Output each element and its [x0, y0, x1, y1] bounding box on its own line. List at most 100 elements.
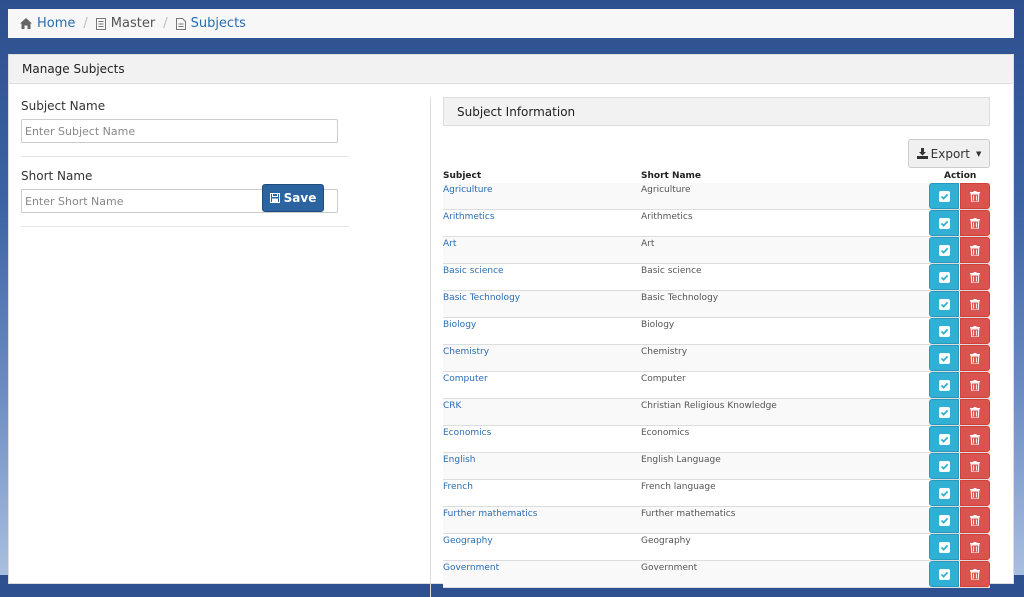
delete-button[interactable]	[960, 561, 990, 587]
edit-button[interactable]	[929, 210, 959, 236]
breadcrumb-home-link[interactable]: Home	[37, 16, 75, 31]
trash-icon	[970, 271, 980, 283]
subject-link[interactable]: Chemistry	[443, 347, 489, 357]
subject-link[interactable]: Agriculture	[443, 185, 493, 195]
delete-button[interactable]	[960, 399, 990, 425]
check-square-icon	[938, 352, 950, 364]
floppy-disk-icon	[269, 193, 280, 203]
edit-button[interactable]	[929, 372, 959, 398]
breadcrumb-separator: /	[163, 16, 168, 31]
table-row: Biology Biology	[443, 318, 990, 345]
check-square-icon	[938, 325, 950, 337]
trash-icon	[970, 298, 980, 310]
edit-button[interactable]	[929, 318, 959, 344]
delete-button[interactable]	[960, 210, 990, 236]
edit-button[interactable]	[929, 507, 959, 533]
short-name-cell: Basic science	[641, 266, 702, 276]
trash-icon	[970, 433, 980, 445]
export-button[interactable]: Export ▼	[908, 139, 990, 168]
delete-button[interactable]	[960, 453, 990, 479]
subject-link[interactable]: English	[443, 455, 476, 465]
subjects-table: Subject Short Name Action Agriculture Agr…	[443, 169, 990, 588]
check-square-icon	[938, 514, 950, 526]
subject-link[interactable]: Arithmetics	[443, 212, 495, 222]
breadcrumb-master-label: Master	[110, 16, 156, 31]
save-button-label: Save	[283, 191, 317, 205]
form-divider	[21, 156, 349, 157]
edit-button[interactable]	[929, 480, 959, 506]
short-name-cell: Chemistry	[641, 347, 688, 357]
subject-link[interactable]: Economics	[443, 428, 491, 438]
delete-button[interactable]	[960, 480, 990, 506]
trash-icon	[970, 460, 980, 472]
breadcrumb-subjects[interactable]: Subjects	[175, 16, 246, 31]
delete-button[interactable]	[960, 291, 990, 317]
delete-button[interactable]	[960, 372, 990, 398]
trash-icon	[970, 487, 980, 499]
table-row: Further mathematics Further mathematics	[443, 507, 990, 534]
check-square-icon	[938, 244, 950, 256]
short-name-cell: Art	[641, 239, 655, 249]
table-row: Art Art	[443, 237, 990, 264]
edit-button[interactable]	[929, 399, 959, 425]
trash-icon	[970, 217, 980, 229]
subject-link[interactable]: Biology	[443, 320, 476, 330]
edit-button[interactable]	[929, 426, 959, 452]
table-row: Basic Technology Basic Technology	[443, 291, 990, 318]
subject-link[interactable]: Art	[443, 239, 456, 249]
subject-name-input[interactable]	[21, 119, 338, 143]
edit-button[interactable]	[929, 291, 959, 317]
table-row: English English Language	[443, 453, 990, 480]
panel-title: Manage Subjects	[9, 55, 1013, 84]
short-name-cell: Government	[641, 563, 698, 573]
home-icon	[20, 18, 32, 29]
short-name-cell: Agriculture	[641, 185, 691, 195]
edit-button[interactable]	[929, 237, 959, 263]
check-square-icon	[938, 190, 950, 202]
edit-button[interactable]	[929, 561, 959, 587]
subject-link[interactable]: Computer	[443, 374, 488, 384]
delete-button[interactable]	[960, 507, 990, 533]
save-button[interactable]: Save	[262, 184, 324, 212]
breadcrumb-home[interactable]: Home	[20, 16, 75, 31]
subject-information-title: Subject Information	[443, 97, 990, 126]
subject-link[interactable]: Geography	[443, 536, 493, 546]
trash-icon	[970, 352, 980, 364]
edit-button[interactable]	[929, 345, 959, 371]
edit-button[interactable]	[929, 534, 959, 560]
check-square-icon	[938, 568, 950, 580]
short-name-cell: Arithmetics	[641, 212, 693, 222]
subject-link[interactable]: Further mathematics	[443, 509, 537, 519]
subject-link[interactable]: Basic science	[443, 266, 504, 276]
delete-button[interactable]	[960, 183, 990, 209]
delete-button[interactable]	[960, 237, 990, 263]
export-button-label: Export	[930, 146, 970, 161]
edit-button[interactable]	[929, 183, 959, 209]
header-action: Action	[944, 171, 977, 181]
breadcrumb-subjects-link[interactable]: Subjects	[191, 16, 246, 31]
edit-button[interactable]	[929, 264, 959, 290]
delete-button[interactable]	[960, 318, 990, 344]
breadcrumb: Home / Master / Subjects	[8, 9, 1014, 38]
trash-icon	[970, 568, 980, 580]
trash-icon	[970, 325, 980, 337]
edit-button[interactable]	[929, 453, 959, 479]
short-name-label: Short Name	[21, 169, 93, 183]
check-square-icon	[938, 406, 950, 418]
header-short-name: Short Name	[641, 171, 702, 181]
delete-button[interactable]	[960, 426, 990, 452]
subject-link[interactable]: Government	[443, 563, 499, 573]
subject-link[interactable]: CRK	[443, 401, 461, 411]
header-subject: Subject	[443, 171, 482, 181]
check-square-icon	[938, 271, 950, 283]
delete-button[interactable]	[960, 534, 990, 560]
subject-link[interactable]: French	[443, 482, 473, 492]
subject-link[interactable]: Basic Technology	[443, 293, 520, 303]
form-divider	[21, 226, 349, 227]
delete-button[interactable]	[960, 264, 990, 290]
short-name-cell: Computer	[641, 374, 686, 384]
short-name-cell: Christian Religious Knowledge	[641, 401, 777, 411]
delete-button[interactable]	[960, 345, 990, 371]
subject-name-label: Subject Name	[21, 99, 106, 113]
trash-icon	[970, 514, 980, 526]
